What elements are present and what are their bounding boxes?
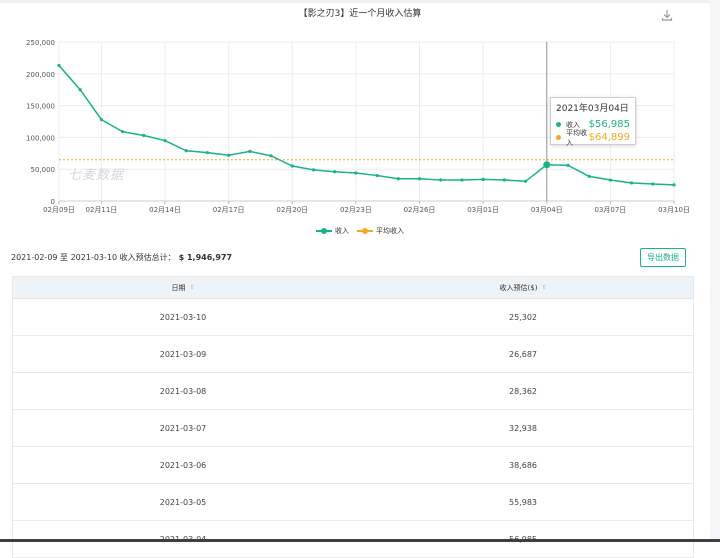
- legend-item-revenue[interactable]: 收入: [316, 226, 349, 236]
- cell-revenue: 32,938: [353, 410, 693, 446]
- legend-label: 收入: [335, 226, 349, 236]
- x-tick-label: 02月09日: [43, 206, 75, 214]
- data-point: [418, 177, 421, 180]
- average-dot-icon: [556, 135, 561, 140]
- data-point: [439, 178, 442, 181]
- chart-tooltip: 2021年03月04日 收入 $56,985 平均收入 $64,899: [550, 97, 636, 145]
- tooltip-date: 2021年03月04日: [556, 101, 630, 114]
- data-point: [397, 177, 400, 180]
- y-tick-label: 100,000: [26, 134, 55, 142]
- data-point: [79, 88, 82, 91]
- y-tick-label: 0: [51, 198, 55, 206]
- x-tick-label: 02月26日: [404, 206, 436, 214]
- cell-revenue: 28,362: [353, 373, 693, 409]
- data-point: [376, 174, 379, 177]
- y-tick-label: 50,000: [31, 166, 56, 174]
- x-tick-label: 02月20日: [276, 206, 308, 214]
- data-point: [142, 134, 145, 137]
- data-point: [206, 151, 209, 154]
- chart-legend: 收入 平均收入: [0, 226, 720, 236]
- x-tick-label: 02月14日: [149, 206, 181, 214]
- table-row: 2021-03-06 38,686: [13, 447, 693, 484]
- table-row: 2021-03-07 32,938: [13, 410, 693, 447]
- summary-range: 2021-02-09 至 2021-03-10 收入预估总计：: [11, 253, 176, 262]
- export-data-button[interactable]: 导出数据: [640, 248, 686, 267]
- cell-date: 2021-03-05: [13, 484, 353, 520]
- chart-title: 【影之刃3】近一个月收入估算: [0, 6, 720, 19]
- data-point: [588, 175, 591, 178]
- data-point: [121, 130, 124, 133]
- x-tick-label: 02月11日: [85, 206, 117, 214]
- data-point: [524, 180, 527, 183]
- data-point: [100, 118, 103, 121]
- table-row: 2021-03-08 28,362: [13, 373, 693, 410]
- sort-icon[interactable]: ⇕: [541, 284, 546, 291]
- data-point: [248, 150, 251, 153]
- download-icon[interactable]: [660, 8, 674, 22]
- data-point: [312, 168, 315, 171]
- data-point: [566, 164, 569, 167]
- cell-revenue: 25,302: [353, 299, 693, 335]
- cell-revenue: 38,686: [353, 447, 693, 483]
- y-tick-label: 250,000: [26, 39, 55, 47]
- header-label: 日期: [171, 283, 185, 293]
- revenue-summary: 2021-02-09 至 2021-03-10 收入预估总计：$ 1,946,9…: [11, 252, 232, 263]
- x-tick-label: 03月07日: [594, 206, 626, 214]
- data-point: [354, 171, 357, 174]
- header-date[interactable]: 日期 ⇕: [13, 277, 353, 298]
- tooltip-label: 平均收入: [566, 128, 589, 148]
- revenue-table: 日期 ⇕ 收入预估($) ⇕ 2021-03-10 25,302 2021-03…: [12, 276, 694, 558]
- data-point: [333, 170, 336, 173]
- x-tick-label: 03月01日: [467, 206, 499, 214]
- data-point: [543, 161, 550, 168]
- data-point: [651, 182, 654, 185]
- cell-date: 2021-03-06: [13, 447, 353, 483]
- data-point: [460, 178, 463, 181]
- data-point: [57, 64, 60, 67]
- legend-item-average[interactable]: 平均收入: [357, 226, 404, 236]
- data-point: [227, 154, 230, 157]
- header-revenue[interactable]: 收入预估($) ⇕: [353, 277, 693, 298]
- legend-average-icon: [357, 227, 373, 235]
- scrollbar-track[interactable]: [710, 0, 720, 542]
- cell-date: 2021-03-07: [13, 410, 353, 446]
- tooltip-value: $56,985: [589, 119, 630, 130]
- y-tick-label: 200,000: [26, 71, 55, 79]
- data-point: [609, 178, 612, 181]
- watermark-text: 七麦数据: [68, 164, 124, 183]
- cell-date: 2021-03-10: [13, 299, 353, 335]
- summary-total: $ 1,946,977: [179, 253, 232, 262]
- header-label: 收入预估($): [500, 283, 538, 293]
- data-point: [269, 154, 272, 157]
- sort-icon[interactable]: ⇕: [189, 284, 194, 291]
- data-point: [163, 139, 166, 142]
- x-tick-label: 02月23日: [340, 206, 372, 214]
- table-row: 2021-03-05 55,983: [13, 484, 693, 521]
- tooltip-value: $64,899: [589, 132, 630, 143]
- x-tick-label: 02月17日: [213, 206, 245, 214]
- cell-revenue: 26,687: [353, 336, 693, 372]
- data-point: [672, 183, 675, 186]
- table-row: 2021-03-10 25,302: [13, 299, 693, 336]
- data-point: [185, 149, 188, 152]
- table-header: 日期 ⇕ 收入预估($) ⇕: [13, 277, 693, 299]
- cell-revenue: 55,983: [353, 484, 693, 520]
- x-tick-label: 03月10日: [658, 206, 690, 214]
- revenue-dot-icon: [556, 122, 561, 127]
- legend-label: 平均收入: [376, 226, 404, 236]
- data-point: [291, 164, 294, 167]
- data-point: [482, 178, 485, 181]
- y-tick-label: 150,000: [26, 103, 55, 111]
- x-tick-label: 03月04日: [531, 206, 563, 214]
- cell-date: 2021-03-08: [13, 373, 353, 409]
- legend-revenue-icon: [316, 227, 332, 235]
- cell-date: 2021-03-09: [13, 336, 353, 372]
- table-row: 2021-03-09 26,687: [13, 336, 693, 373]
- data-point: [503, 178, 506, 181]
- data-point: [630, 181, 633, 184]
- tooltip-row-average: 平均收入 $64,899: [556, 131, 630, 144]
